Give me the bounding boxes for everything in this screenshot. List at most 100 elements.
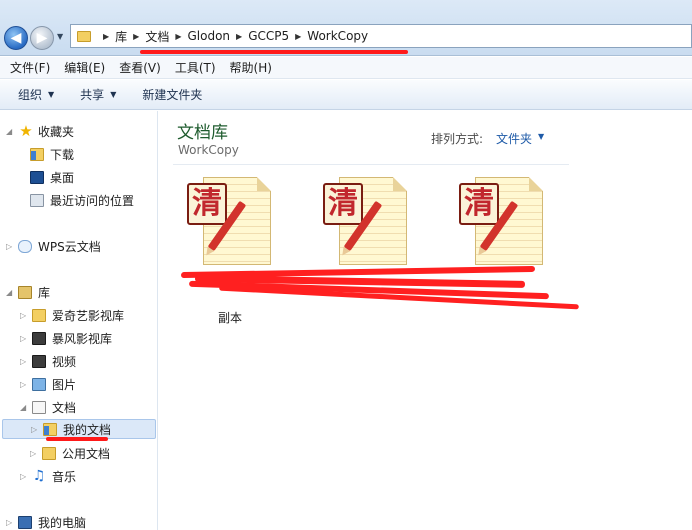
- video-icon: [32, 354, 46, 368]
- sidebar-item-label: 桌面: [50, 170, 75, 185]
- back-button[interactable]: ◀: [4, 26, 28, 50]
- breadcrumb-arrow-icon[interactable]: ▶: [103, 32, 109, 41]
- breadcrumb-documents[interactable]: 文档: [145, 28, 169, 45]
- sidebar-item-pictures[interactable]: ▷ 图片: [20, 374, 76, 394]
- document-icon: [32, 400, 46, 414]
- breadcrumb-arrow-icon[interactable]: ▶: [236, 32, 242, 41]
- glodon-bill-file-icon: 清: [323, 173, 413, 269]
- expand-arrow-icon[interactable]: ▷: [31, 425, 41, 434]
- breadcrumb-glodon[interactable]: Glodon: [188, 29, 231, 43]
- sidebar-item-wps-cloud[interactable]: ▷ WPS云文档: [6, 236, 101, 256]
- arrange-by-dropdown[interactable]: 文件夹: [496, 130, 532, 147]
- breadcrumb-workcopy[interactable]: WorkCopy: [307, 29, 368, 43]
- breadcrumb-arrow-icon[interactable]: ▶: [133, 32, 139, 41]
- sidebar-item-label: 最近访问的位置: [50, 193, 135, 208]
- breadcrumb-arrow-icon[interactable]: ▶: [175, 32, 181, 41]
- breadcrumb-arrow-icon[interactable]: ▶: [295, 32, 301, 41]
- sidebar-item-favorites[interactable]: ◢ ★ 收藏夹: [6, 121, 74, 141]
- page-fold: [529, 177, 543, 191]
- qing-badge: 清: [187, 183, 227, 225]
- sidebar-item-label: 音乐: [52, 469, 77, 484]
- command-toolbar: 组织 ▼ 共享 ▼ 新建文件夹: [0, 80, 692, 110]
- file-item[interactable]: 清 副本: [175, 173, 277, 325]
- picture-icon: [32, 377, 46, 391]
- address-bar-area: ◀ ▶ ▼ ▶ 库 ▶ 文档 ▶ Glodon ▶ GCCP5 ▶ WorkCo…: [0, 0, 692, 56]
- film-icon: [32, 331, 46, 345]
- menu-edit[interactable]: 编辑(E): [64, 59, 105, 76]
- expand-arrow-icon[interactable]: ▷: [30, 449, 40, 458]
- organize-label: 组织: [18, 88, 43, 102]
- expand-arrow-icon[interactable]: ▷: [20, 334, 30, 343]
- computer-icon: [18, 515, 32, 529]
- chevron-down-icon[interactable]: ▼: [538, 132, 544, 141]
- sidebar-item-documents[interactable]: ◢ 文档: [20, 397, 76, 417]
- recent-pages-dropdown[interactable]: ▼: [57, 32, 63, 41]
- sidebar-item-label: 视频: [52, 354, 77, 369]
- address-bar[interactable]: ▶ 库 ▶ 文档 ▶ Glodon ▶ GCCP5 ▶ WorkCopy: [70, 24, 692, 48]
- expand-arrow-icon[interactable]: ▷: [20, 311, 30, 320]
- annotation-underline: [140, 50, 408, 54]
- sidebar-item-public-documents[interactable]: ▷ 公用文档: [30, 443, 110, 463]
- folder-icon: [32, 308, 46, 322]
- arrange-by-label: 排列方式:: [431, 132, 484, 146]
- sidebar-item-baofeng[interactable]: ▷ 暴风影视库: [20, 328, 112, 348]
- organize-button[interactable]: 组织 ▼: [18, 86, 54, 103]
- sidebar-item-label: 图片: [52, 377, 77, 392]
- folder-icon: [43, 422, 57, 436]
- qing-badge: 清: [323, 183, 363, 225]
- sidebar-item-libraries[interactable]: ◢ 库: [6, 282, 50, 302]
- share-label: 共享: [80, 88, 105, 102]
- expand-arrow-icon[interactable]: ▷: [20, 472, 30, 481]
- collapse-arrow-icon[interactable]: ◢: [6, 127, 16, 136]
- expand-arrow-icon[interactable]: ▷: [6, 518, 16, 527]
- sidebar-item-label: 下载: [50, 147, 75, 162]
- file-name-line-3: 副本: [217, 311, 242, 325]
- sidebar-item-iqiyi[interactable]: ▷ 爱奇艺影视库: [20, 305, 124, 325]
- file-item[interactable]: 清: [311, 173, 411, 323]
- sidebar-item-desktop[interactable]: 桌面: [30, 167, 74, 187]
- sidebar-item-videos[interactable]: ▷ 视频: [20, 351, 76, 371]
- music-icon: ♫: [32, 468, 46, 484]
- menu-file[interactable]: 文件(F): [10, 59, 50, 76]
- sidebar-item-label: WPS云文档: [38, 239, 101, 254]
- breadcrumb-gccp5[interactable]: GCCP5: [248, 29, 289, 43]
- recent-places-icon: [30, 193, 44, 207]
- glodon-bill-file-icon: 清: [187, 173, 277, 269]
- breadcrumb-library[interactable]: 库: [115, 28, 127, 45]
- cloud-icon: [18, 239, 32, 253]
- file-list-pane[interactable]: 文档库 WorkCopy 排列方式: 文件夹 ▼ 清 副本 清 清: [159, 111, 692, 530]
- page-fold: [393, 177, 407, 191]
- menu-bar: 文件(F) 编辑(E) 查看(V) 工具(T) 帮助(H): [0, 57, 692, 79]
- page-fold: [257, 177, 271, 191]
- sidebar-item-downloads[interactable]: 下载: [30, 144, 74, 164]
- navigation-pane[interactable]: ◢ ★ 收藏夹 下载 桌面 最近访问的位置 ▷ WPS云文档 ◢ 库 ▷ 爱奇艺…: [0, 111, 158, 530]
- collapse-arrow-icon[interactable]: ◢: [6, 288, 16, 297]
- expand-arrow-icon[interactable]: ▷: [20, 357, 30, 366]
- sidebar-item-computer[interactable]: ▷ 我的电脑: [6, 512, 86, 530]
- sidebar-item-label: 我的文档: [63, 422, 112, 437]
- folder-icon: [77, 30, 91, 42]
- menu-view[interactable]: 查看(V): [119, 59, 161, 76]
- sidebar-item-label: 库: [38, 285, 51, 300]
- sidebar-item-label: 我的电脑: [38, 515, 87, 530]
- download-folder-icon: [30, 147, 44, 161]
- collapse-arrow-icon[interactable]: ◢: [20, 403, 30, 412]
- library-subtitle: WorkCopy: [178, 143, 239, 157]
- chevron-down-icon: ▼: [110, 90, 117, 99]
- divider: [173, 164, 569, 165]
- sidebar-item-label: 文档: [52, 400, 77, 415]
- menu-tools[interactable]: 工具(T): [175, 59, 216, 76]
- share-button[interactable]: 共享 ▼: [80, 86, 116, 103]
- sidebar-item-label: 爱奇艺影视库: [52, 308, 125, 323]
- menu-help[interactable]: 帮助(H): [230, 59, 272, 76]
- annotation-underline: [46, 437, 108, 441]
- new-folder-button[interactable]: 新建文件夹: [142, 86, 202, 103]
- expand-arrow-icon[interactable]: ▷: [20, 380, 30, 389]
- sidebar-item-music[interactable]: ▷ ♫ 音乐: [20, 466, 76, 486]
- expand-arrow-icon[interactable]: ▷: [6, 242, 16, 251]
- sidebar-item-recent[interactable]: 最近访问的位置: [30, 190, 134, 210]
- library-title: 文档库: [177, 123, 228, 143]
- sidebar-item-my-documents[interactable]: ▷ 我的文档: [2, 419, 156, 439]
- forward-button[interactable]: ▶: [30, 26, 54, 50]
- qing-badge: 清: [459, 183, 499, 225]
